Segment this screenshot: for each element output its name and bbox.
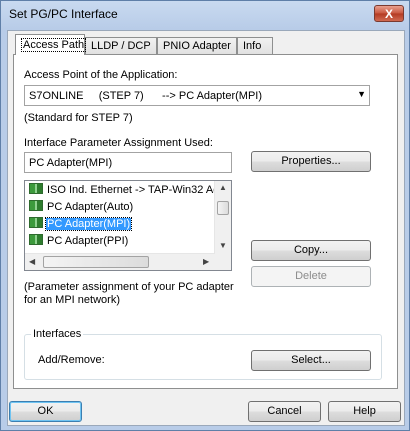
tab-lldp-dcp[interactable]: LLDP / DCP (85, 37, 157, 54)
select-button[interactable]: Select... (251, 350, 371, 371)
scroll-down-icon[interactable]: ▼ (219, 241, 227, 250)
interface-param-description: (Parameter assignment of your PC adapter… (24, 281, 234, 306)
network-adapter-icon (29, 234, 43, 245)
access-point-value: S7ONLINE (STEP 7) --> PC Adapter(MPI) (29, 90, 263, 102)
copy-button[interactable]: Copy... (251, 240, 371, 261)
add-remove-label: Add/Remove: (38, 354, 105, 366)
title-bar[interactable]: Set PG/PC Interface X (1, 1, 409, 27)
interface-param-label: Interface Parameter Assignment Used: (24, 137, 213, 149)
scroll-up-icon[interactable]: ▲ (219, 183, 227, 192)
help-button[interactable]: Help (328, 401, 401, 422)
scroll-right-icon[interactable]: ▶ (203, 257, 209, 266)
interfaces-group: Interfaces Add/Remove: Select... (24, 328, 382, 380)
close-button[interactable]: X (374, 5, 404, 22)
tab-info[interactable]: Info (237, 37, 273, 54)
ok-button[interactable]: OK (9, 401, 82, 422)
properties-button[interactable]: Properties... (251, 151, 371, 172)
list-item[interactable]: ISO Ind. Ethernet -> TAP-Win32 Ad (29, 183, 220, 199)
horizontal-scroll-thumb[interactable] (43, 256, 149, 268)
horizontal-scrollbar[interactable]: ◀ ▶ (25, 253, 215, 270)
tab-access-path[interactable]: Access Path (15, 34, 87, 55)
list-item[interactable]: PC Adapter(PPI) (29, 234, 129, 250)
network-adapter-icon (29, 200, 43, 211)
scrollbar-corner (215, 254, 231, 270)
interface-param-field[interactable]: PC Adapter(MPI) (24, 152, 232, 173)
dialog-client: Access Path LLDP / DCP PNIO Adapter Info… (7, 30, 405, 426)
interface-param-list[interactable]: ISO Ind. Ethernet -> TAP-Win32 Ad PC Ada… (24, 180, 232, 271)
scroll-left-icon[interactable]: ◀ (29, 257, 35, 266)
vertical-scrollbar[interactable]: ▲ ▼ (214, 181, 231, 255)
tab-pnio-adapter[interactable]: PNIO Adapter (157, 37, 237, 54)
dialog-window: Set PG/PC Interface X Access Path LLDP /… (0, 0, 410, 431)
network-adapter-icon (29, 183, 43, 194)
access-path-panel: Access Point of the Application: S7ONLIN… (13, 54, 398, 389)
interfaces-group-title: Interfaces (31, 328, 84, 340)
delete-button: Delete (251, 266, 371, 287)
access-point-note: (Standard for STEP 7) (24, 112, 133, 124)
chevron-down-icon[interactable]: ▼ (357, 89, 366, 99)
list-item[interactable]: PC Adapter(Auto) (29, 200, 134, 216)
vertical-scroll-thumb[interactable] (217, 201, 229, 215)
list-item-selected[interactable]: PC Adapter(MPI) (29, 217, 133, 233)
window-title: Set PG/PC Interface (9, 7, 118, 21)
access-point-combo[interactable]: S7ONLINE (STEP 7) --> PC Adapter(MPI) ▼ (24, 85, 370, 106)
access-point-label: Access Point of the Application: (24, 69, 178, 81)
network-adapter-icon (29, 217, 43, 228)
cancel-button[interactable]: Cancel (248, 401, 321, 422)
